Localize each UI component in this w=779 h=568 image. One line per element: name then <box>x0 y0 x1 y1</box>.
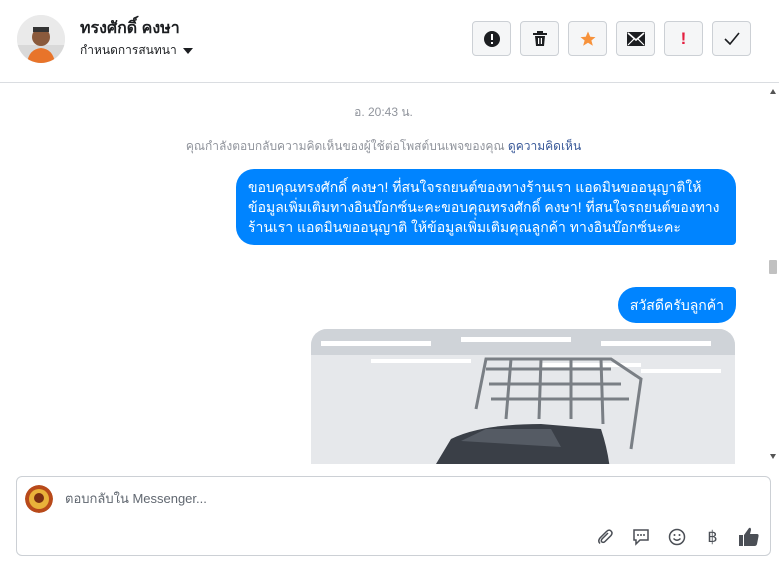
messenger-panel: ทรงศักดิ์ คงษา กำหนดการสนทนา ! อ. 20:43 … <box>0 0 779 568</box>
mark-unread-button[interactable] <box>616 21 655 56</box>
scroll-up-arrow[interactable] <box>770 89 776 94</box>
thread-scrollbar[interactable] <box>767 84 779 464</box>
scroll-down-arrow[interactable] <box>770 454 776 459</box>
mark-spam-button[interactable] <box>472 21 511 56</box>
envelope-icon <box>626 31 645 46</box>
checkmark-icon <box>723 32 740 45</box>
saved-replies-button[interactable] <box>629 525 652 548</box>
alert-circle-icon <box>483 30 500 47</box>
smiley-icon <box>668 528 685 545</box>
contact-name[interactable]: ทรงศักดิ์ คงษา <box>80 16 180 41</box>
composer-tools: ฿ <box>593 525 760 548</box>
exclamation-icon: ! <box>680 28 687 48</box>
message-image[interactable] <box>311 329 735 464</box>
baht-icon: ฿ <box>707 528 718 546</box>
assign-label: กำหนดการสนทนา <box>80 43 177 57</box>
star-icon <box>580 31 595 46</box>
comment-icon <box>632 528 649 546</box>
context-text: คุณกำลังตอบกลับความคิดเห็นของผู้ใช้ต่อโพ… <box>185 139 505 153</box>
attach-button[interactable] <box>593 525 616 548</box>
scroll-thumb[interactable] <box>769 260 777 274</box>
payment-button[interactable]: ฿ <box>701 525 724 548</box>
caret-down-icon <box>182 47 193 54</box>
conversation-header: ทรงศักดิ์ คงษา กำหนดการสนทนา ! <box>0 0 779 83</box>
message-timestamp: อ. 20:43 น. <box>354 105 413 119</box>
paperclip-icon <box>597 528 613 544</box>
reply-input[interactable] <box>65 491 665 506</box>
reply-composer: ฿ <box>16 476 771 556</box>
star-button[interactable] <box>568 21 607 56</box>
contact-avatar[interactable] <box>17 15 65 63</box>
view-comment-link[interactable]: ดูความคิดเห็น <box>508 139 581 153</box>
follow-up-button[interactable]: ! <box>664 21 703 56</box>
assign-conversation-dropdown[interactable]: กำหนดการสนทนา <box>80 41 193 60</box>
mark-done-button[interactable] <box>712 21 751 56</box>
page-avatar <box>25 485 53 513</box>
header-actions: ! <box>472 21 751 56</box>
like-button[interactable] <box>737 525 760 548</box>
message-bubble: ขอบคุณทรงศักดิ์ คงษา! ที่สนใจรถยนต์ของทา… <box>236 169 736 245</box>
emoji-button[interactable] <box>665 525 688 548</box>
message-thread[interactable]: อ. 20:43 น. คุณกำลังตอบกลับความคิดเห็นขอ… <box>0 84 767 464</box>
context-notice: คุณกำลังตอบกลับความคิดเห็นของผู้ใช้ต่อโพ… <box>0 137 767 156</box>
delete-button[interactable] <box>520 21 559 56</box>
trash-icon <box>532 31 547 46</box>
thumbs-up-icon <box>738 527 759 546</box>
message-bubble: สวัสดีครับลูกค้า <box>617 287 736 323</box>
